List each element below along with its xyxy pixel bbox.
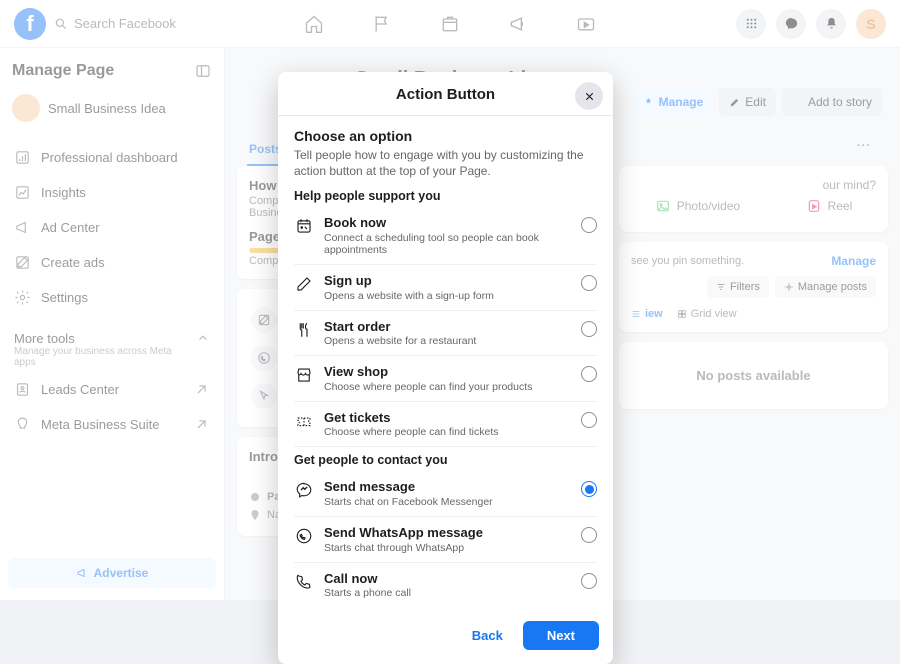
radio[interactable] (581, 275, 597, 291)
compose-photo-video[interactable]: Photo/video (655, 198, 740, 214)
back-button[interactable]: Back (460, 621, 515, 650)
edit-button[interactable]: Edit (719, 88, 776, 116)
sidebar-item-create-ads[interactable]: Create ads (8, 245, 216, 280)
sidebar-page-chip[interactable]: Small Business Idea (8, 90, 216, 134)
whatsapp-icon (294, 526, 314, 546)
top-bar: f Search Facebook S (0, 0, 900, 48)
collapse-icon[interactable] (194, 62, 212, 80)
utensils-icon (294, 320, 314, 340)
sidebar-item-leads[interactable]: Leads Center (8, 372, 216, 407)
megaphone-icon[interactable] (508, 14, 528, 34)
sidebar-item-insights[interactable]: Insights (8, 175, 216, 210)
shop-icon (294, 365, 314, 385)
top-right-icons: S (736, 9, 886, 39)
search-input[interactable]: Search Facebook (54, 16, 176, 31)
watch-icon[interactable] (576, 14, 596, 34)
ticket-icon (294, 411, 314, 431)
sidebar-item-settings[interactable]: Settings (8, 280, 216, 315)
option-send-message[interactable]: Send messageStarts chat on Facebook Mess… (294, 471, 597, 517)
list-view-toggle[interactable]: iew (631, 308, 663, 320)
section-contact: Get people to contact you (294, 453, 597, 467)
sidebar-title: Manage Page (12, 62, 114, 80)
page-avatar (12, 94, 40, 122)
search-icon (54, 17, 68, 31)
compose-card[interactable]: our mind? Photo/video Reel (619, 166, 888, 232)
option-call-now[interactable]: Call nowStarts a phone call (294, 563, 597, 608)
radio-selected[interactable] (581, 481, 597, 497)
radio[interactable] (581, 573, 597, 589)
tab-more-button[interactable]: ··· (850, 134, 878, 158)
radio[interactable] (581, 366, 597, 382)
phone-icon (294, 572, 314, 592)
account-avatar[interactable]: S (856, 9, 886, 39)
feed-header-card: see you pin something.Manage Filters Man… (619, 242, 888, 332)
section-support: Help people support you (294, 189, 597, 203)
chevron-up-icon (196, 331, 210, 345)
radio[interactable] (581, 321, 597, 337)
pencil-icon (294, 274, 314, 294)
page-actions: Manage Edit Add to story (633, 88, 882, 116)
sidebar-item-ad-center[interactable]: Ad Center (8, 210, 216, 245)
grid-view-toggle[interactable]: Grid view (677, 308, 737, 320)
option-get-tickets[interactable]: Get ticketsChoose where people can find … (294, 402, 597, 448)
marketplace-icon[interactable] (440, 14, 460, 34)
action-button-modal: Action Button Choose an option Tell peop… (278, 72, 613, 664)
close-button[interactable] (575, 82, 603, 110)
home-icon[interactable] (304, 14, 324, 34)
bell-icon[interactable] (816, 9, 846, 39)
sidebar-item-pro-dashboard[interactable]: Professional dashboard (8, 140, 216, 175)
modal-subheading: Tell people how to engage with you by cu… (294, 147, 597, 179)
sidebar: Manage Page Small Business Idea Professi… (0, 48, 225, 600)
external-icon (193, 416, 210, 433)
center-nav (304, 14, 596, 34)
option-whatsapp[interactable]: Send WhatsApp messageStarts chat through… (294, 517, 597, 563)
advertise-button[interactable]: Advertise (8, 558, 216, 588)
empty-feed: No posts available (619, 342, 888, 409)
option-book-now[interactable]: Book nowConnect a scheduling tool so peo… (294, 207, 597, 265)
search-placeholder: Search Facebook (74, 16, 176, 31)
next-button[interactable]: Next (523, 621, 599, 650)
radio[interactable] (581, 217, 597, 233)
messenger-icon[interactable] (776, 9, 806, 39)
menu-grid-icon[interactable] (736, 9, 766, 39)
modal-heading: Choose an option (294, 128, 597, 144)
radio[interactable] (581, 412, 597, 428)
compose-reel[interactable]: Reel (806, 198, 853, 214)
sidebar-more-tools[interactable]: More toolsManage your business across Me… (8, 327, 216, 372)
sidebar-item-mbs[interactable]: Meta Business Suite (8, 407, 216, 442)
option-view-shop[interactable]: View shopChoose where people can find yo… (294, 356, 597, 402)
flag-icon[interactable] (372, 14, 392, 34)
modal-title: Action Button (278, 86, 613, 103)
close-icon (583, 90, 596, 103)
filters-button[interactable]: Filters (707, 276, 769, 298)
manage-button[interactable]: Manage (633, 88, 714, 116)
calendar-icon (294, 216, 314, 236)
facebook-logo[interactable]: f (14, 8, 46, 40)
sidebar-page-name: Small Business Idea (48, 101, 166, 116)
option-start-order[interactable]: Start orderOpens a website for a restaur… (294, 311, 597, 357)
radio[interactable] (581, 527, 597, 543)
manage-posts-button[interactable]: Manage posts (775, 276, 876, 298)
messenger-icon (294, 480, 314, 500)
add-story-button[interactable]: Add to story (782, 88, 882, 116)
option-sign-up[interactable]: Sign upOpens a website with a sign-up fo… (294, 265, 597, 311)
external-icon (193, 381, 210, 398)
manage-link[interactable]: Manage (831, 254, 876, 268)
